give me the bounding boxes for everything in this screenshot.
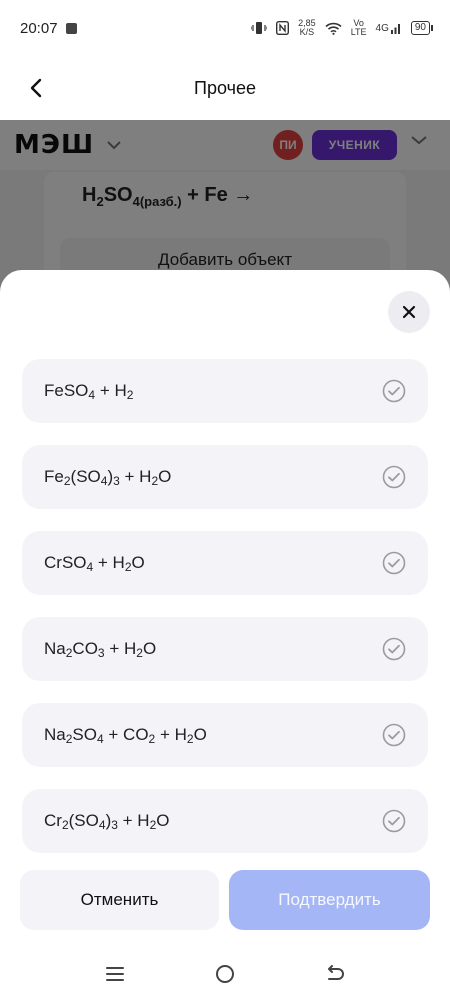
check-circle-icon: [382, 551, 406, 575]
cancel-button[interactable]: Отменить: [20, 870, 219, 930]
option-label: FeSO4 + H2: [44, 381, 133, 402]
nav-back-button[interactable]: [315, 954, 355, 994]
formula-subscript: 2: [61, 817, 69, 832]
wifi-icon: [325, 22, 342, 35]
back-arrow-icon: [328, 965, 344, 980]
volte-indicator: Vo LTE: [351, 19, 367, 37]
formula-text: Na: [44, 638, 66, 658]
network-type-label: 4G: [375, 23, 389, 34]
home-circle-icon: [216, 965, 234, 983]
option-label: Na2CO3 + H2O: [44, 639, 156, 660]
vibrate-icon: [251, 22, 268, 34]
sheet-actions: Отменить Подтвердить: [20, 870, 430, 930]
menu-icon: [106, 967, 124, 981]
check-circle-icon: [382, 809, 406, 833]
formula-text: O: [142, 638, 157, 658]
option-item[interactable]: Cr2(SO4)3 + H2O: [22, 789, 428, 853]
volte-bottom: LTE: [350, 27, 367, 37]
option-label: Cr2(SO4)3 + H2O: [44, 811, 170, 832]
check-circle-icon: [382, 637, 406, 661]
formula-text: (SO: [68, 810, 99, 830]
formula-text: + H: [104, 638, 137, 658]
close-icon: [402, 305, 416, 319]
nav-menu-button[interactable]: [95, 954, 135, 994]
formula-text: O: [131, 552, 145, 572]
formula-subscript: 2: [126, 387, 134, 402]
check-circle-icon: [382, 379, 406, 403]
formula-text: + H: [155, 724, 187, 744]
status-icons: 2,85 K/S Vo LTE 4G 90: [251, 19, 434, 37]
formula-text: CrSO: [44, 552, 87, 572]
formula-text: + H: [117, 810, 150, 830]
formula-text: (SO: [70, 466, 101, 486]
formula-text: O: [158, 466, 172, 486]
formula-subscript: 3: [111, 817, 118, 832]
net-speed: 2,85 K/S: [298, 19, 316, 37]
option-item[interactable]: Na2CO3 + H2O: [22, 617, 428, 681]
nfc-icon: [276, 21, 290, 35]
formula-text: Fe: [44, 466, 64, 486]
status-time: 20:07: [20, 19, 58, 37]
formula-subscript: 2: [124, 559, 132, 574]
bottom-sheet: FeSO4 + H2 Fe2(SO4)3 + H2O CrSO4 + H2O N…: [0, 270, 450, 1000]
chevron-left-icon: [30, 78, 42, 98]
app-header: Прочее: [0, 56, 450, 120]
option-label: Na2SO4 + CO2 + H2O: [44, 725, 207, 746]
close-button[interactable]: [388, 291, 430, 333]
option-item[interactable]: FeSO4 + H2: [22, 359, 428, 423]
check-circle-icon: [382, 465, 406, 489]
formula-subscript: 3: [113, 473, 120, 488]
option-label: Fe2(SO4)3 + H2O: [44, 467, 171, 488]
formula-text: FeSO: [44, 380, 89, 400]
option-label: CrSO4 + H2O: [44, 553, 145, 574]
formula-text: CO: [72, 638, 98, 658]
confirm-button[interactable]: Подтвердить: [229, 870, 430, 930]
nav-home-button[interactable]: [205, 954, 245, 994]
option-item[interactable]: Fe2(SO4)3 + H2O: [22, 445, 428, 509]
formula-subscript: 4: [96, 731, 104, 746]
formula-text: O: [193, 724, 207, 744]
formula-text: + H: [93, 552, 125, 572]
options-list: FeSO4 + H2 Fe2(SO4)3 + H2O CrSO4 + H2O N…: [22, 359, 428, 875]
status-bar: 20:07 2,85 K/S Vo LTE 4G 90: [0, 0, 450, 56]
formula-text: Na: [44, 724, 66, 744]
formula-text: Cr: [44, 810, 62, 830]
page-title: Прочее: [194, 77, 256, 98]
back-button[interactable]: [18, 70, 54, 106]
system-nav-bar: [0, 948, 450, 1000]
signal-icon: [390, 24, 400, 34]
formula-subscript: 3: [97, 645, 105, 660]
check-circle-icon: [382, 723, 406, 747]
formula-subscript: 4: [98, 817, 106, 832]
option-item[interactable]: Na2SO4 + CO2 + H2O: [22, 703, 428, 767]
formula-subscript: 2: [63, 473, 71, 488]
network-type: 4G: [376, 22, 402, 34]
option-item[interactable]: CrSO4 + H2O: [22, 531, 428, 595]
net-speed-unit: K/S: [299, 27, 315, 37]
formula-text: + CO: [103, 724, 149, 744]
formula-subscript: 2: [186, 731, 194, 746]
formula-text: + H: [95, 380, 127, 400]
notification-icon: [65, 22, 77, 34]
formula-text: O: [156, 810, 170, 830]
formula-text: + H: [119, 466, 152, 486]
formula-subscript: 2: [136, 645, 143, 660]
battery-indicator: 90: [410, 21, 434, 35]
formula-text: SO: [72, 724, 97, 744]
